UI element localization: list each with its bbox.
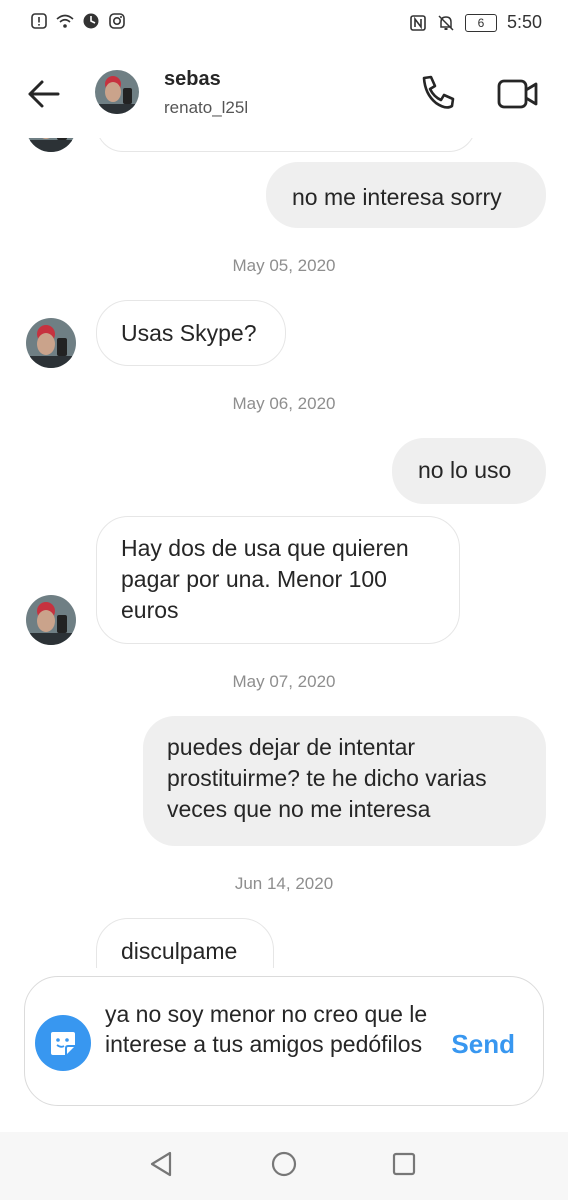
sender-avatar[interactable] bbox=[26, 138, 76, 152]
message-bubble-cut bbox=[96, 138, 476, 152]
nfc-icon bbox=[410, 14, 426, 31]
status-bar: 6 5:50 bbox=[0, 0, 568, 48]
header-avatar[interactable] bbox=[95, 70, 139, 114]
status-time: 5:50 bbox=[506, 12, 542, 32]
date-separator: May 05, 2020 bbox=[232, 256, 336, 275]
data-saver-icon bbox=[83, 13, 99, 29]
arrow-left-icon[interactable] bbox=[24, 74, 64, 114]
date-separator: May 06, 2020 bbox=[232, 394, 336, 413]
sender-avatar[interactable] bbox=[26, 318, 76, 368]
circle-home-icon[interactable] bbox=[268, 1148, 300, 1180]
date-separator: May 07, 2020 bbox=[232, 672, 336, 691]
status-icons-left bbox=[30, 12, 126, 30]
date-separator: Jun 14, 2020 bbox=[234, 874, 334, 893]
sender-avatar[interactable] bbox=[26, 595, 76, 645]
contact-username[interactable]: renato_l25l bbox=[164, 98, 248, 118]
instagram-icon bbox=[109, 13, 125, 29]
message-thread[interactable]: no me interesa sorry May 05, 2020 Usas S… bbox=[0, 138, 568, 968]
bell-muted-icon bbox=[438, 14, 454, 31]
message-bubble-outgoing[interactable]: no me interesa sorry bbox=[266, 162, 546, 228]
battery-icon: 6 bbox=[464, 13, 497, 32]
send-button[interactable]: Send bbox=[451, 1029, 515, 1060]
alert-icon bbox=[31, 13, 47, 29]
message-bubble-incoming[interactable]: Hay dos de usa que quieren pagar por una… bbox=[96, 516, 460, 644]
message-bubble-outgoing[interactable]: puedes dejar de intentar prostituirme? t… bbox=[143, 716, 546, 846]
phone-icon[interactable] bbox=[416, 72, 458, 114]
message-bubble-incoming[interactable]: Usas Skype? bbox=[96, 300, 286, 366]
message-bubble-incoming[interactable]: disculpame bbox=[96, 918, 274, 968]
sticker-icon[interactable] bbox=[35, 1015, 91, 1071]
chat-header: sebas renato_l25l bbox=[0, 48, 568, 138]
message-composer[interactable]: ya no soy menor no creo que le interese … bbox=[24, 976, 544, 1106]
message-input[interactable]: ya no soy menor no creo que le interese … bbox=[105, 999, 435, 1059]
wifi-icon bbox=[56, 14, 74, 28]
status-icons-right: 6 5:50 bbox=[409, 12, 542, 33]
video-camera-icon[interactable] bbox=[496, 74, 540, 114]
system-nav-bar bbox=[0, 1132, 568, 1200]
square-recent-icon[interactable] bbox=[388, 1148, 420, 1180]
message-bubble-outgoing[interactable]: no lo uso bbox=[392, 438, 546, 504]
contact-name[interactable]: sebas bbox=[164, 68, 221, 91]
triangle-back-icon[interactable] bbox=[146, 1148, 178, 1180]
